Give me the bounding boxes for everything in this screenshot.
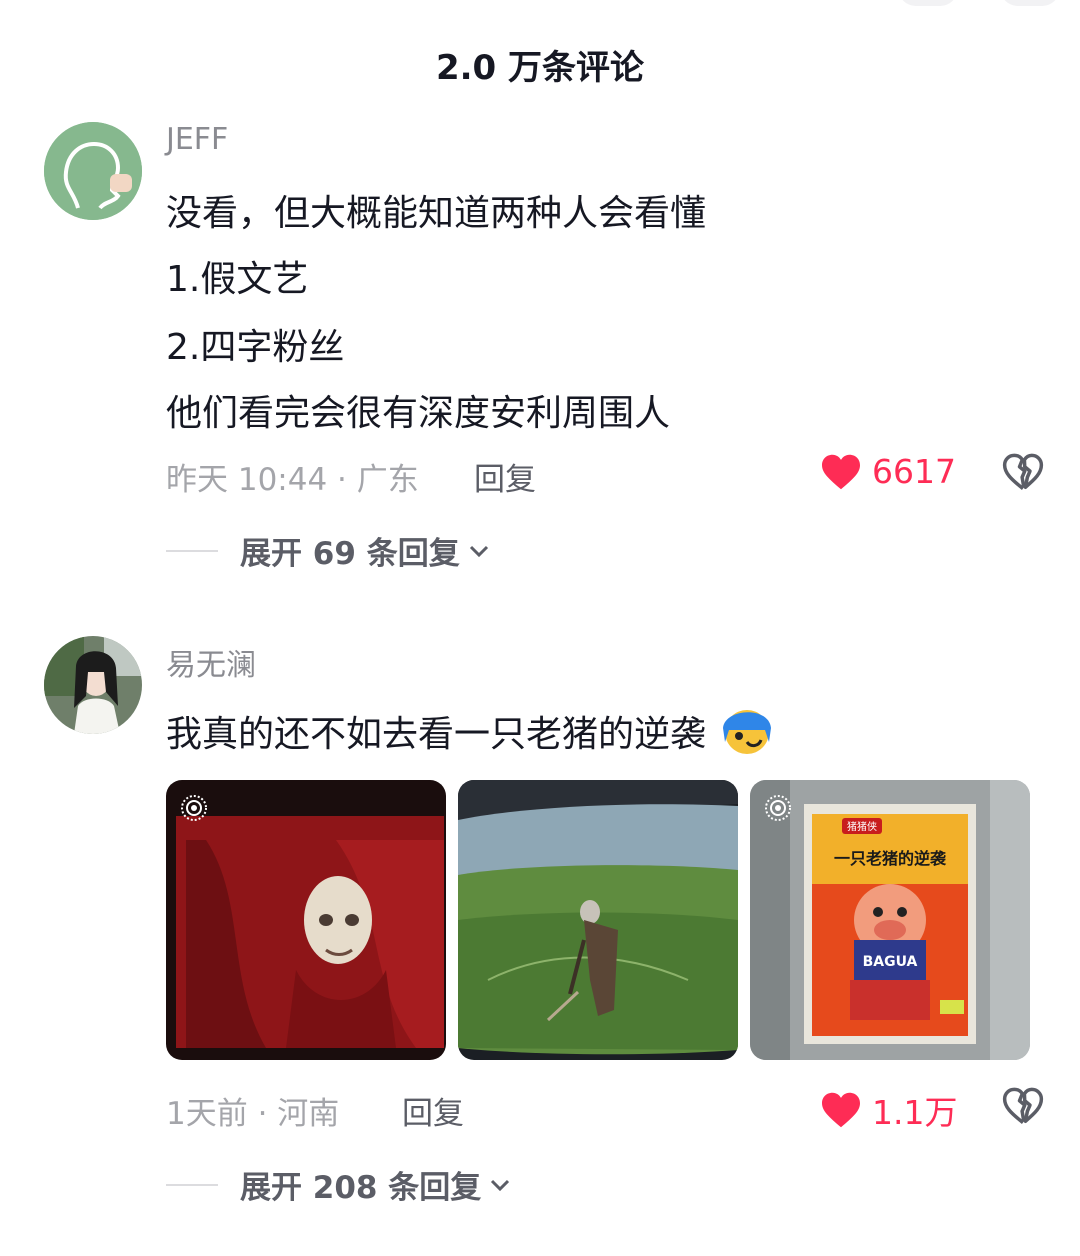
comment-time-location: 1天前 · 河南: [166, 1096, 340, 1132]
expand-replies-button[interactable]: 展开 69 条回复: [166, 528, 492, 573]
chevron-down-icon: [491, 1179, 510, 1191]
heart-icon: [822, 1092, 860, 1128]
live-photo-icon: [180, 794, 208, 826]
comment-text-line: 我真的还不如去看一只老猪的逆袭: [166, 702, 775, 758]
top-close-button[interactable]: [1000, 0, 1060, 6]
comment-count-title: 2.0 万条评论: [435, 48, 645, 88]
comment-text-line: 没看，但大概能知道两种人会看懂: [166, 193, 707, 234]
broken-heart-icon: [1002, 1087, 1044, 1125]
divider: [166, 549, 218, 552]
comment-image[interactable]: [166, 780, 446, 1060]
comment-text: 我真的还不如去看一只老猪的逆袭: [166, 714, 707, 755]
reply-button[interactable]: 回复: [474, 454, 536, 499]
top-action-button[interactable]: [898, 0, 958, 6]
dislike-button[interactable]: [1002, 452, 1044, 496]
avatar[interactable]: [44, 636, 142, 734]
chevron-down-icon: [469, 545, 488, 557]
like-button[interactable]: 1.1万: [820, 1086, 957, 1134]
expand-replies-label: 展开 69 条回复: [240, 536, 460, 572]
comment-text-line: 2.四字粉丝: [166, 327, 345, 368]
avatar[interactable]: [44, 122, 142, 220]
emoji-icon: [723, 710, 772, 754]
live-photo-icon: [764, 794, 792, 826]
comment-text-line: 1.假文艺: [166, 259, 309, 300]
comment-image[interactable]: [458, 780, 738, 1060]
reply-button[interactable]: 回复: [402, 1088, 464, 1133]
magazine-text: BAGUA: [863, 954, 918, 970]
divider: [166, 1183, 218, 1186]
comment-username[interactable]: 易无澜: [166, 640, 256, 684]
poster-title: 一只老猪的逆袭: [834, 849, 947, 868]
broken-heart-icon: [1002, 453, 1044, 491]
expand-replies-button[interactable]: 展开 208 条回复: [166, 1162, 513, 1207]
like-count: 1.1万: [872, 1093, 958, 1132]
comment-time-location: 昨天 10:44 · 广东: [166, 462, 419, 498]
expand-replies-label: 展开 208 条回复: [240, 1170, 482, 1206]
heart-icon: [822, 454, 860, 489]
like-count: 6617: [872, 452, 956, 491]
poster-brand: 猪猪侠: [847, 820, 877, 833]
dislike-button[interactable]: [1002, 1086, 1044, 1130]
comment-image[interactable]: 猪猪侠 一只老猪的逆袭 BAGUA: [750, 780, 1030, 1060]
comment-text-line: 他们看完会很有深度安利周围人: [166, 393, 671, 434]
like-button[interactable]: 6617: [820, 452, 956, 491]
comment-username[interactable]: JEFF: [166, 122, 228, 157]
